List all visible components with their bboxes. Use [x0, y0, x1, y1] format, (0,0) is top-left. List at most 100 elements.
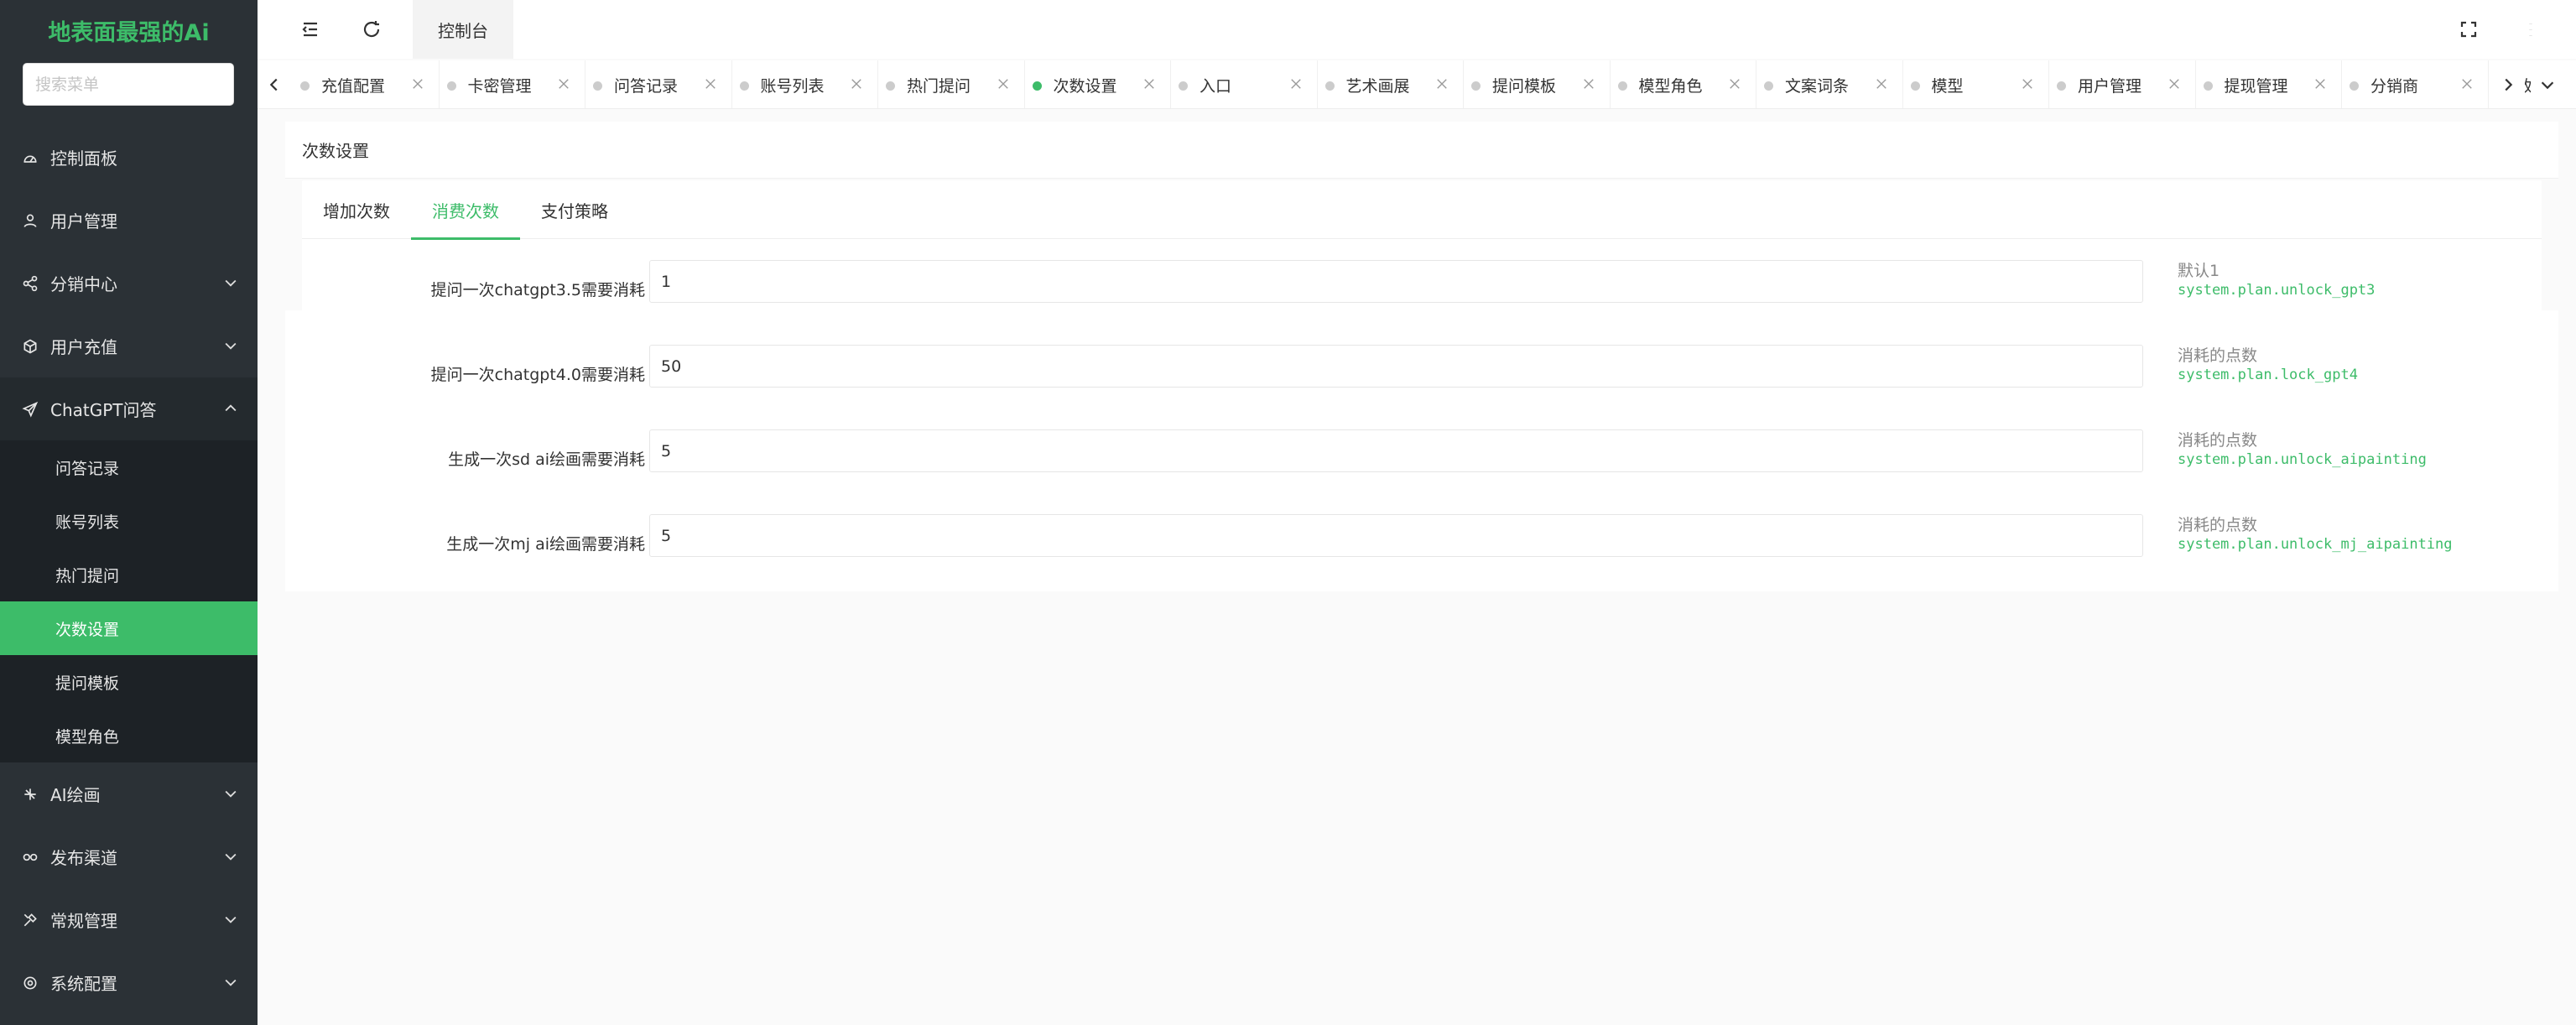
more-icon[interactable] [2518, 17, 2543, 42]
tab-add-count[interactable]: 增加次数 [302, 180, 411, 239]
fullscreen-icon[interactable] [2456, 17, 2481, 42]
close-icon[interactable] [556, 76, 573, 93]
tab-item[interactable]: 艺术画展 [1318, 60, 1464, 108]
tab-status-dot [1617, 81, 1627, 91]
tab-item[interactable]: 分销商 [2342, 60, 2489, 108]
submenu-item-accounts[interactable]: 账号列表 [0, 494, 258, 548]
chevron-down-icon [222, 911, 239, 928]
chevron-down-icon [222, 848, 239, 865]
tab-label: 模型 [1931, 76, 1964, 96]
gpt4-cost-input[interactable]: 50 [649, 345, 2143, 388]
send-icon [21, 400, 39, 419]
tab-item[interactable]: 模型 [1903, 60, 2049, 108]
close-icon[interactable] [2459, 76, 2476, 93]
menu-item-label: 系统配置 [50, 974, 117, 994]
close-icon[interactable] [703, 76, 720, 93]
tab-item[interactable]: 问答记录 [585, 60, 732, 108]
tab-label: 用户管理 [2078, 76, 2142, 96]
tab-item[interactable]: 账号列表 [732, 60, 878, 108]
menu-item-users[interactable]: 用户管理 [0, 189, 258, 252]
field-label: 生成一次sd ai绘画需要消耗 [448, 450, 645, 469]
menu-item-channels[interactable]: 发布渠道 [0, 825, 258, 888]
tab-item[interactable]: 文案词条 [1756, 60, 1903, 108]
tab-bar: 充值配置 卡密管理 问答记录 账号列表 热门提问 次数设置 入口 艺术画展 提问模板 模型角色 文案… [258, 60, 2576, 109]
tab-status-dot [446, 81, 456, 91]
close-icon[interactable] [1288, 76, 1305, 93]
tab-label: 卡密管理 [467, 76, 532, 96]
close-icon[interactable] [1874, 76, 1891, 93]
close-icon[interactable] [2313, 76, 2329, 93]
form-row: 生成一次sd ai绘画需要消耗 5 消耗的点数 system.plan.unlo… [302, 429, 2542, 514]
close-icon[interactable] [1142, 76, 1158, 93]
chevron-down-icon[interactable] [2531, 60, 2564, 108]
tab-item[interactable]: 热门提问 [878, 60, 1025, 108]
tab-status-dot [886, 81, 895, 91]
tab-item[interactable]: 次数设置 [1025, 60, 1171, 108]
mj-painting-cost-input[interactable]: 5 [649, 514, 2143, 557]
topbar: 控制台 [258, 0, 2576, 59]
menu-item-general[interactable]: 常规管理 [0, 888, 258, 951]
refresh-icon[interactable] [359, 17, 384, 42]
menu-item-ai-painting[interactable]: AI绘画 [0, 762, 258, 825]
submenu-item-count-settings[interactable]: 次数设置 [0, 601, 258, 655]
close-icon[interactable] [849, 76, 866, 93]
close-icon[interactable] [2167, 76, 2183, 93]
field-key: system.plan.unlock_aipainting [2178, 451, 2427, 468]
close-icon[interactable] [2020, 76, 2037, 93]
tab-item[interactable]: 入口 [1171, 60, 1318, 108]
close-icon[interactable] [410, 76, 427, 93]
tab-label: 分销商 [2370, 76, 2419, 96]
menu-item-label: 发布渠道 [50, 848, 117, 868]
close-icon[interactable] [1727, 76, 1744, 93]
tab-label: 入口 [1200, 76, 1232, 96]
tab-status-dot [1471, 81, 1481, 91]
menu-item-system[interactable]: 系统配置 [0, 951, 258, 1014]
tab-item[interactable]: 模型角色 [1611, 60, 1756, 108]
sidebar: 地表面最强的Ai 控制面板 用户管理 分销中心 用户充值 ChatGPT问答 [0, 0, 258, 1025]
user-icon [21, 211, 39, 230]
field-help: 消耗的点数 [2178, 431, 2258, 450]
gpt35-cost-input[interactable]: 1 [649, 260, 2143, 303]
tab-status-dot [1910, 81, 1920, 91]
tab-status-dot [593, 81, 602, 91]
submenu-item-templates[interactable]: 提问模板 [0, 655, 258, 709]
menu-item-label: 分销中心 [50, 274, 117, 294]
close-icon[interactable] [996, 76, 1012, 93]
submenu-item-hot-questions[interactable]: 热门提问 [0, 548, 258, 601]
tab-consume-count[interactable]: 消费次数 [411, 180, 520, 240]
tab-label: 提现管理 [2224, 76, 2288, 96]
tab-item[interactable]: 提问模板 [1464, 60, 1611, 108]
menu-item-distribution[interactable]: 分销中心 [0, 252, 258, 315]
sd-painting-cost-input[interactable]: 5 [649, 429, 2143, 472]
field-help: 消耗的点数 [2178, 516, 2258, 534]
chevron-left-icon[interactable] [258, 60, 291, 108]
menu-item-chatgpt[interactable]: ChatGPT问答 [0, 377, 258, 440]
tab-status-dot [1179, 81, 1188, 91]
search-input[interactable] [23, 64, 233, 105]
close-icon[interactable] [1434, 76, 1451, 93]
submenu-item-qa-records[interactable]: 问答记录 [0, 440, 258, 494]
chevron-right-icon[interactable] [2491, 60, 2525, 108]
tab-payment-strategy[interactable]: 支付策略 [520, 180, 629, 239]
tab-status-dot [1032, 81, 1042, 91]
field-help: 默认1 [2178, 262, 2220, 280]
tab-status-dot [2203, 81, 2213, 91]
submenu-item-model-roles[interactable]: 模型角色 [0, 709, 258, 762]
tab-item[interactable]: 充值配置 [293, 60, 440, 108]
link-icon [21, 848, 39, 866]
menu-fold-icon[interactable] [298, 17, 323, 42]
tab-item[interactable]: 用户管理 [2049, 60, 2196, 108]
menu-item-label: AI绘画 [50, 785, 101, 805]
page-title: 次数设置 [285, 122, 2558, 179]
tab-console[interactable]: 控制台 [413, 0, 513, 59]
tab-item[interactable]: 提现管理 [2196, 60, 2342, 108]
chevron-down-icon [222, 274, 239, 291]
menu-item-dashboard[interactable]: 控制面板 [0, 126, 258, 189]
menu-item-recharge[interactable]: 用户充值 [0, 315, 258, 377]
tab-label: 账号列表 [760, 76, 825, 96]
tab-status-dot [1324, 81, 1335, 91]
form-row: 提问一次chatgpt3.5需要消耗 1 默认1 system.plan.unl… [302, 260, 2542, 345]
close-icon[interactable] [1581, 76, 1598, 93]
tab-item[interactable]: 卡密管理 [440, 60, 585, 108]
search-box[interactable] [23, 63, 234, 106]
